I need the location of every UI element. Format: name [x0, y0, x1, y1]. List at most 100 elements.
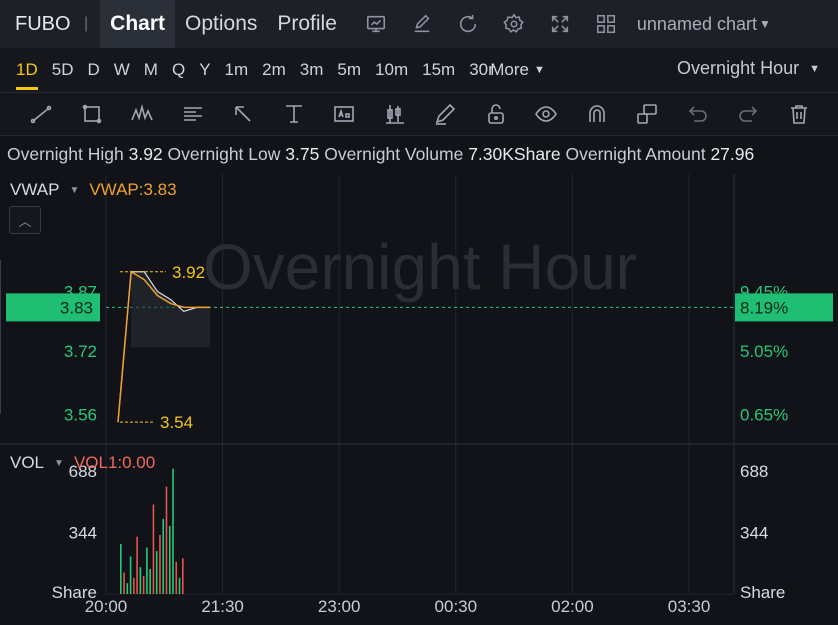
chart-area[interactable]: 20:00 21:30 23:00 00:30 02:00 03:30 Overnight …: [0, 174, 838, 625]
volume-bar: [175, 561, 178, 594]
stat-value: 3.92: [128, 144, 163, 164]
chevron-down-icon[interactable]: ▼: [54, 458, 64, 469]
settings-icon[interactable]: [491, 0, 537, 48]
volume-bar: [165, 486, 168, 594]
chart-name-dropdown[interactable]: unnamed chart ▼: [637, 14, 771, 35]
trash-icon[interactable]: [774, 93, 825, 135]
fullscreen-icon[interactable]: [537, 0, 583, 48]
collapse-panel-button[interactable]: ︿: [9, 206, 41, 234]
pencil-icon[interactable]: [420, 93, 471, 135]
interval-30m[interactable]: 30m: [462, 48, 494, 92]
stat-value: 3.75: [285, 144, 320, 164]
time-tick-label: 02:00: [551, 597, 594, 616]
stat-value: 27.96: [710, 144, 755, 164]
interval-1m[interactable]: 1m: [218, 48, 256, 92]
pattern-icon[interactable]: [117, 93, 168, 135]
chart-screen-icon[interactable]: [353, 0, 399, 48]
rectangle-icon[interactable]: [67, 93, 118, 135]
layout-grid-icon[interactable]: [583, 0, 629, 48]
volume-unit-label: Share: [740, 583, 785, 602]
interval-2m[interactable]: 2m: [255, 48, 293, 92]
vwap-indicator-name: VWAP: [10, 180, 60, 199]
interval-15m[interactable]: 15m: [415, 48, 462, 92]
interval-5d[interactable]: 5D: [45, 48, 81, 92]
arrow-icon[interactable]: [218, 93, 269, 135]
percent-tick-label: 0.65%: [740, 405, 788, 424]
chevron-down-icon[interactable]: ▼: [69, 185, 79, 196]
vol-indicator-header[interactable]: VOL ▼ VOL1:0.00: [10, 453, 155, 473]
high-marker-label: 3.92: [172, 263, 205, 282]
interval-q[interactable]: Q: [165, 48, 192, 92]
undo-icon[interactable]: [673, 93, 724, 135]
vwap-indicator-header[interactable]: VWAP ▼ VWAP:3.83: [10, 180, 177, 200]
interval-y[interactable]: Y: [192, 48, 217, 92]
vol-indicator-name: VOL: [10, 453, 45, 472]
chevron-down-icon: ▼: [809, 62, 820, 75]
volume-bar: [172, 468, 174, 594]
interval-5m[interactable]: 5m: [330, 48, 368, 92]
interval-w[interactable]: W: [107, 48, 137, 92]
vol-indicator-value: VOL1:0.00: [73, 453, 156, 472]
top-header: FUBO | Chart Options Profile unnamed cha…: [0, 0, 838, 48]
interval-3m[interactable]: 3m: [293, 48, 331, 92]
candle-icon[interactable]: [370, 93, 421, 135]
price-area: [131, 271, 210, 348]
volume-bar: [139, 567, 142, 594]
trend-line-icon[interactable]: [16, 93, 67, 135]
interval-m[interactable]: M: [137, 48, 165, 92]
refresh-icon[interactable]: [445, 0, 491, 48]
unlock-icon[interactable]: [471, 93, 522, 135]
magnet-icon[interactable]: [572, 93, 623, 135]
session-label: Overnight Hour: [677, 58, 800, 78]
redo-icon[interactable]: [723, 93, 774, 135]
interval-bar: 1D 5D D W M Q Y 1m 2m 3m 5m 10m 15m 30 m …: [0, 48, 838, 92]
interval-10m[interactable]: 10m: [368, 48, 415, 92]
interval-d[interactable]: D: [80, 48, 106, 92]
eye-icon[interactable]: [521, 93, 572, 135]
tab-options[interactable]: Options: [175, 0, 267, 48]
stat-label: Overnight High: [7, 144, 124, 164]
percent-tick-label: 5.05%: [740, 342, 788, 361]
text-note-icon[interactable]: [168, 93, 219, 135]
interval-1d[interactable]: 1D: [9, 48, 45, 92]
chevron-down-icon: ▼: [533, 64, 545, 76]
current-change-label: 8.19%: [740, 298, 788, 317]
volume-bar: [142, 576, 145, 594]
volume-bar: [120, 543, 122, 594]
volume-bar: [162, 518, 165, 594]
volume-bar: [129, 556, 132, 594]
time-tick-label: 21:30: [201, 597, 244, 616]
stat-label: Overnight Amount: [565, 144, 706, 164]
stat-value: 7.30KShare: [468, 144, 561, 164]
overnight-stats: Overnight High 3.92 Overnight Low 3.75 O…: [7, 144, 838, 165]
measure-icon[interactable]: [269, 93, 320, 135]
price-tick-label: 3.56: [64, 405, 97, 424]
tab-chart[interactable]: Chart: [100, 0, 175, 48]
volume-bar: [159, 534, 161, 594]
edit-icon[interactable]: [399, 0, 445, 48]
volume-bar: [168, 526, 171, 594]
chevron-up-icon: ︿: [18, 213, 32, 229]
more-label: More: [490, 60, 529, 79]
tab-profile[interactable]: Profile: [267, 0, 347, 48]
stat-label: Overnight Volume: [324, 144, 464, 164]
price-tick-label: 3.72: [64, 342, 97, 361]
low-marker-label: 3.54: [160, 413, 193, 432]
session-dropdown[interactable]: Overnight Hour ▼: [677, 58, 820, 79]
volume-bar: [146, 547, 148, 594]
duplicate-icon[interactable]: [622, 93, 673, 135]
volume-bar: [123, 572, 125, 594]
current-price-label: 3.83: [60, 298, 93, 317]
time-tick-label: 00:30: [435, 597, 478, 616]
header-separator: |: [84, 15, 89, 32]
text-box-icon[interactable]: [319, 93, 370, 135]
volume-bar: [178, 577, 181, 594]
watermark: Overnight Hour: [203, 231, 637, 303]
volume-bar: [182, 558, 184, 594]
volume-bar: [136, 536, 138, 594]
chevron-down-icon: ▼: [758, 17, 771, 31]
time-tick-label: 23:00: [318, 597, 361, 616]
vwap-indicator-value: VWAP:3.83: [89, 180, 177, 199]
price-volume-chart[interactable]: 20:00 21:30 23:00 00:30 02:00 03:30Overnight …: [0, 174, 838, 625]
more-intervals-dropdown[interactable]: More ▼: [490, 60, 545, 80]
